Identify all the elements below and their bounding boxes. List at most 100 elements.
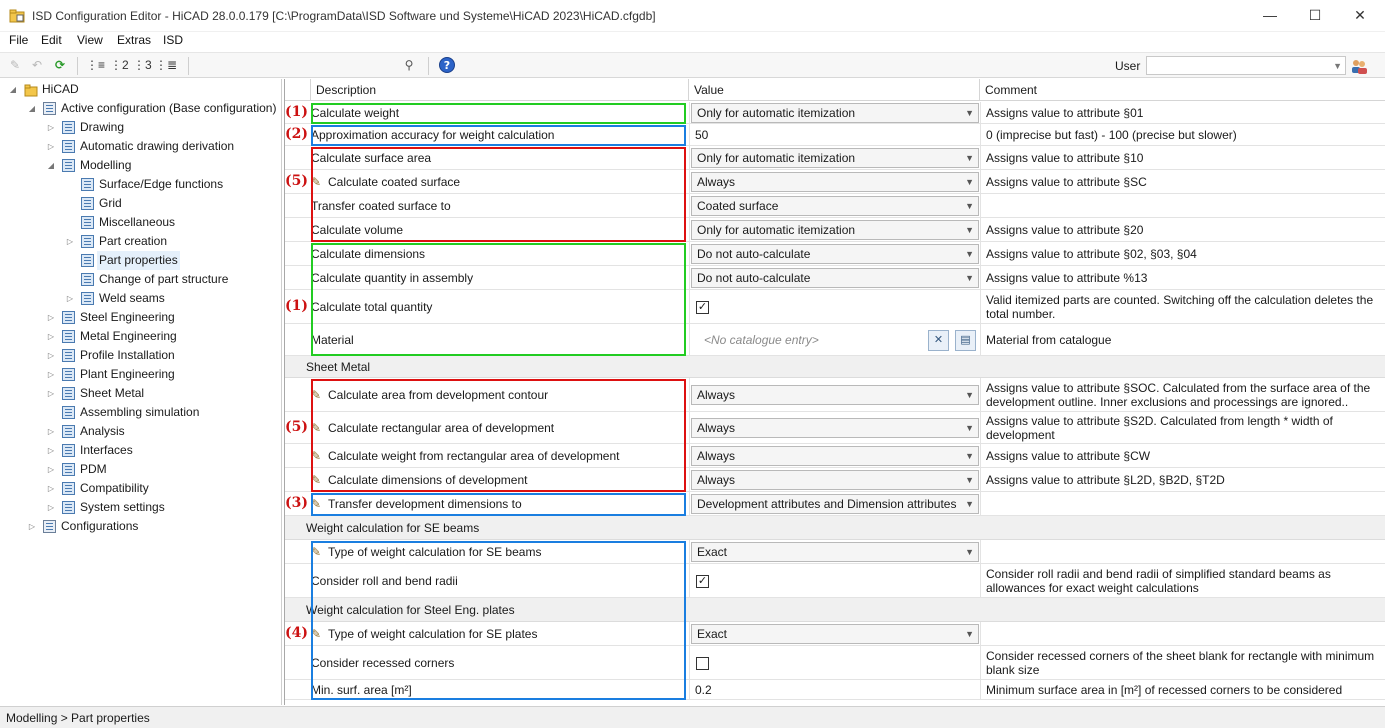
value-dropdown[interactable]: Coated surface ▼ xyxy=(691,196,979,216)
expand-arrow-icon[interactable]: ▷ xyxy=(46,479,56,498)
value-dropdown[interactable]: Exact ▼ xyxy=(691,542,979,562)
property-row[interactable]: ✎ Calculate weight from rectangular area … xyxy=(285,444,1385,468)
menu-file[interactable]: File xyxy=(9,33,28,47)
tree-item-system-settings[interactable]: ▷ System settings xyxy=(0,498,282,517)
tree-item-surface-edge-functions[interactable]: Surface/Edge functions xyxy=(0,175,282,194)
edit-pencil-icon[interactable]: ✎ xyxy=(6,56,24,74)
expand-arrow-icon[interactable]: ▷ xyxy=(46,346,56,365)
property-row[interactable]: Calculate quantity in assembly Do not aut… xyxy=(285,266,1385,290)
expand-arrow-icon[interactable]: ▷ xyxy=(46,365,56,384)
property-row[interactable]: Calculate dimensions Do not auto-calculat… xyxy=(285,242,1385,266)
property-row[interactable]: ✎ Calculate area from development contour… xyxy=(285,378,1385,412)
value-dropdown[interactable]: Always ▼ xyxy=(691,172,979,192)
expand-arrow-icon[interactable]: ▷ xyxy=(46,422,56,441)
tree-level-3-icon[interactable]: ⋮3 xyxy=(133,56,152,74)
tree-item-drawing[interactable]: ▷ Drawing xyxy=(0,118,282,137)
property-row[interactable]: ✎ Calculate dimensions of development Alwa… xyxy=(285,468,1385,492)
value-dropdown[interactable]: Only for automatic itemization ▼ xyxy=(691,103,979,123)
tree-level-2-icon[interactable]: ⋮2 xyxy=(110,56,129,74)
expand-arrow-icon[interactable]: ▷ xyxy=(65,289,75,308)
tree-item-plant-engineering[interactable]: ▷ Plant Engineering xyxy=(0,365,282,384)
tree-item-hicad[interactable]: ◢ HiCAD xyxy=(0,80,282,99)
tree-item-grid[interactable]: Grid xyxy=(0,194,282,213)
tree-item-configurations[interactable]: ▷ Configurations xyxy=(0,517,282,536)
close-button[interactable]: ✕ xyxy=(1340,4,1380,28)
value-dropdown[interactable]: Always ▼ xyxy=(691,446,979,466)
property-row[interactable]: Material <No catalogue entry> ✕ ▤ Material f… xyxy=(285,324,1385,356)
refresh-icon[interactable]: ⟳ xyxy=(51,56,69,74)
value-dropdown[interactable]: Do not auto-calculate ▼ xyxy=(691,268,979,288)
expand-arrow-icon[interactable]: ▷ xyxy=(65,232,75,251)
tree-item-pdm[interactable]: ▷ PDM xyxy=(0,460,282,479)
tree-item-change-of-part-structure[interactable]: Change of part structure xyxy=(0,270,282,289)
value-dropdown[interactable]: Only for automatic itemization ▼ xyxy=(691,148,979,168)
checkbox-checked[interactable]: ✓ xyxy=(696,575,709,588)
minimize-button[interactable]: — xyxy=(1250,4,1290,28)
menu-extras[interactable]: Extras xyxy=(117,33,151,47)
property-row[interactable]: Consider roll and bend radii ✓ Consider ro… xyxy=(285,564,1385,598)
maximize-button[interactable]: ☐ xyxy=(1295,4,1335,28)
menu-edit[interactable]: Edit xyxy=(41,33,62,47)
checkbox-unchecked[interactable] xyxy=(696,657,709,670)
tree-item-assembling-simulation[interactable]: Assembling simulation xyxy=(0,403,282,422)
header-comment[interactable]: Comment xyxy=(980,79,1385,101)
value-dropdown[interactable]: Exact ▼ xyxy=(691,624,979,644)
expand-arrow-icon[interactable]: ▷ xyxy=(46,460,56,479)
menu-view[interactable]: View xyxy=(77,33,103,47)
help-icon[interactable]: ? xyxy=(438,56,456,74)
property-row[interactable]: ✎ Transfer development dimensions to Devel… xyxy=(285,492,1385,516)
tree-expand-all-icon[interactable]: ⋮≣ xyxy=(155,56,177,74)
tree-item-miscellaneous[interactable]: Miscellaneous xyxy=(0,213,282,232)
collapse-arrow-icon[interactable]: ◢ xyxy=(27,99,37,118)
tree-item-steel-engineering[interactable]: ▷ Steel Engineering xyxy=(0,308,282,327)
clear-material-button[interactable]: ✕ xyxy=(928,330,949,351)
property-row[interactable]: ✎ Calculate rectangular area of developme… xyxy=(285,412,1385,444)
property-row[interactable]: Min. surf. area [m²] 0.2 Minimum surface a… xyxy=(285,680,1385,700)
tree-item-sheet-metal[interactable]: ▷ Sheet Metal xyxy=(0,384,282,403)
tree-item-weld-seams[interactable]: ▷ Weld seams xyxy=(0,289,282,308)
tree-item-profile-installation[interactable]: ▷ Profile Installation xyxy=(0,346,282,365)
find-binoculars-icon[interactable]: ⚲ xyxy=(400,56,418,74)
tree-item-part-properties[interactable]: Part properties xyxy=(0,251,282,270)
tree-item-modelling[interactable]: ◢ Modelling xyxy=(0,156,282,175)
value-dropdown[interactable]: Only for automatic itemization ▼ xyxy=(691,220,979,240)
expand-arrow-icon[interactable]: ▷ xyxy=(46,498,56,517)
property-row[interactable]: Calculate total quantity ✓ Valid itemized … xyxy=(285,290,1385,324)
value-dropdown[interactable]: Always ▼ xyxy=(691,470,979,490)
tree-item-analysis[interactable]: ▷ Analysis xyxy=(0,422,282,441)
property-row[interactable]: ✎ Type of weight calculation for SE plate… xyxy=(285,622,1385,646)
tree-item-interfaces[interactable]: ▷ Interfaces xyxy=(0,441,282,460)
header-description[interactable]: Description xyxy=(311,79,689,101)
expand-arrow-icon[interactable]: ▷ xyxy=(46,327,56,346)
tree-item-compatibility[interactable]: ▷ Compatibility xyxy=(0,479,282,498)
expand-arrow-icon[interactable]: ▷ xyxy=(46,441,56,460)
property-row[interactable]: ✎ Type of weight calculation for SE beams… xyxy=(285,540,1385,564)
expand-arrow-icon[interactable]: ▷ xyxy=(46,384,56,403)
tree-item-part-creation[interactable]: ▷ Part creation xyxy=(0,232,282,251)
value-dropdown[interactable]: Development attributes and Dimension att… xyxy=(691,494,979,514)
checkbox-checked[interactable]: ✓ xyxy=(696,301,709,314)
value-dropdown[interactable]: Do not auto-calculate ▼ xyxy=(691,244,979,264)
user-dropdown[interactable]: ▼ xyxy=(1146,56,1346,75)
property-row[interactable]: Consider recessed corners Consider recess… xyxy=(285,646,1385,680)
expand-arrow-icon[interactable]: ▷ xyxy=(46,308,56,327)
tree-item-automatic-drawing-derivation[interactable]: ▷ Automatic drawing derivation xyxy=(0,137,282,156)
catalogue-browse-button[interactable]: ▤ xyxy=(955,330,976,351)
property-row[interactable]: Transfer coated surface to Coated surface… xyxy=(285,194,1385,218)
tree-item-active-configuration-base-configuration[interactable]: ◢ Active configuration (Base configuratio… xyxy=(0,99,282,118)
collapse-arrow-icon[interactable]: ◢ xyxy=(8,80,18,99)
expand-arrow-icon[interactable]: ▷ xyxy=(46,137,56,156)
tree-item-metal-engineering[interactable]: ▷ Metal Engineering xyxy=(0,327,282,346)
header-value[interactable]: Value xyxy=(689,79,980,101)
expand-arrow-icon[interactable]: ▷ xyxy=(27,517,37,536)
property-row[interactable]: Calculate weight Only for automatic itemi… xyxy=(285,102,1385,124)
property-row[interactable]: Calculate volume Only for automatic itemi… xyxy=(285,218,1385,242)
property-row[interactable]: Approximation accuracy for weight calcul… xyxy=(285,124,1385,146)
value-dropdown[interactable]: Always ▼ xyxy=(691,418,979,438)
value-text-field[interactable]: 50 xyxy=(690,128,708,142)
undo-icon[interactable]: ↶ xyxy=(28,56,46,74)
value-dropdown[interactable]: Always ▼ xyxy=(691,385,979,405)
property-row[interactable]: ✎ Calculate coated surface Always ▼ Assigns … xyxy=(285,170,1385,194)
value-text-field[interactable]: 0.2 xyxy=(690,683,712,697)
property-row[interactable]: Calculate surface area Only for automatic… xyxy=(285,146,1385,170)
